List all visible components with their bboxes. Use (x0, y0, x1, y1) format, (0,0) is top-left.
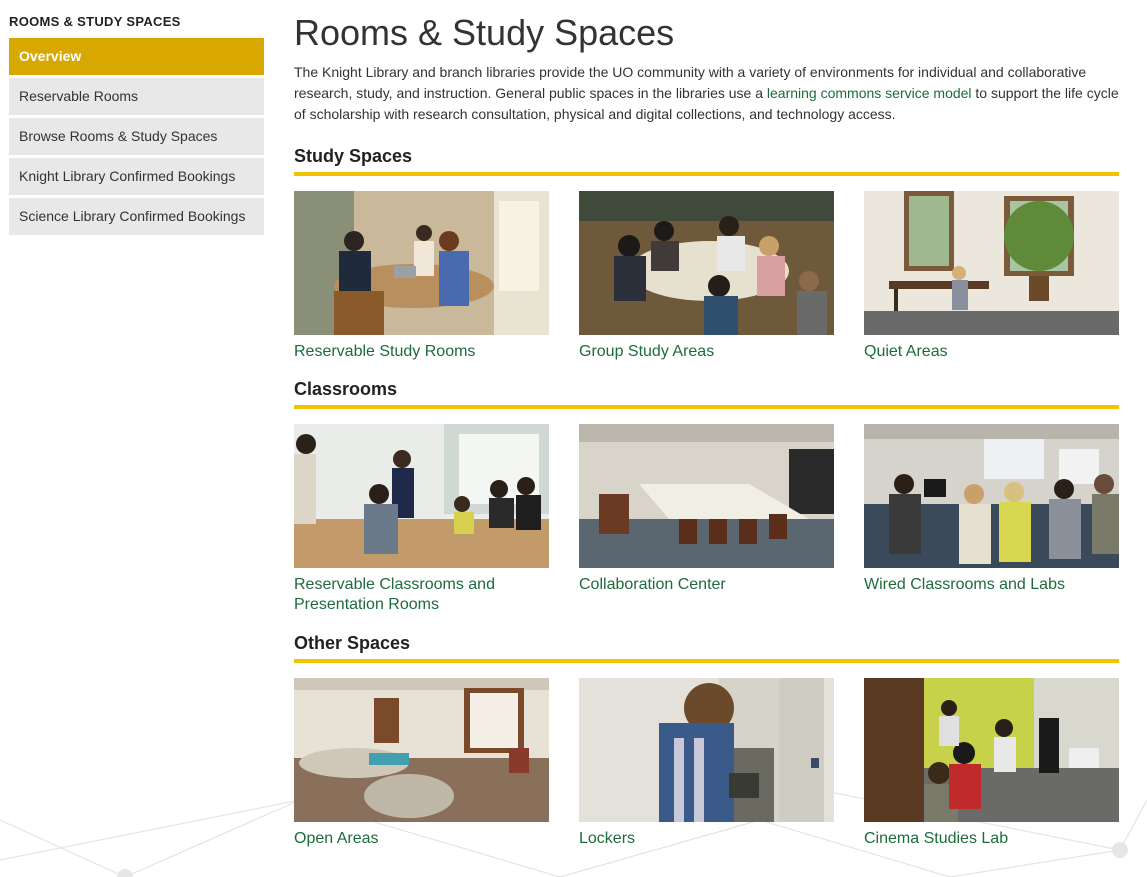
card-reservable-study-rooms: Reservable Study Rooms (294, 191, 549, 362)
card-label[interactable]: Quiet Areas (864, 342, 1119, 362)
open-areas-photo[interactable] (294, 678, 549, 822)
study-room-photo[interactable] (294, 191, 549, 335)
section-title: Other Spaces (294, 632, 1119, 663)
card-label[interactable]: Collaboration Center (579, 575, 834, 595)
cinema-lab-photo[interactable] (864, 678, 1119, 822)
card-label[interactable]: Reservable Classrooms and Presentation R… (294, 575, 549, 615)
section-classrooms: Classrooms Reservable Classrooms and Pre… (294, 378, 1119, 615)
card-collaboration-center: Collaboration Center (579, 424, 834, 615)
card-label[interactable]: Cinema Studies Lab (864, 829, 1119, 849)
card-cinema-studies-lab: Cinema Studies Lab (864, 678, 1119, 849)
card-lockers: Lockers (579, 678, 834, 849)
card-open-areas: Open Areas (294, 678, 549, 849)
card-label[interactable]: Reservable Study Rooms (294, 342, 549, 362)
main-content: Rooms & Study Spaces The Knight Library … (294, 0, 1119, 849)
card-label[interactable]: Wired Classrooms and Labs (864, 575, 1119, 595)
collaboration-center-photo[interactable] (579, 424, 834, 568)
section-study-spaces: Study Spaces Reservable Study Rooms Grou… (294, 145, 1119, 362)
card-group-study-areas: Group Study Areas (579, 191, 834, 362)
intro-paragraph: The Knight Library and branch libraries … (294, 62, 1119, 125)
card-label[interactable]: Open Areas (294, 829, 549, 849)
sidebar-item-knight-bookings[interactable]: Knight Library Confirmed Bookings (9, 158, 264, 195)
classroom-photo[interactable] (294, 424, 549, 568)
card-label[interactable]: Group Study Areas (579, 342, 834, 362)
wired-classroom-photo[interactable] (864, 424, 1119, 568)
section-title: Classrooms (294, 378, 1119, 409)
sidebar-heading: ROOMS & STUDY SPACES (9, 14, 181, 29)
sidebar-item-overview[interactable]: Overview (9, 38, 264, 75)
sidebar-item-reservable-rooms[interactable]: Reservable Rooms (9, 78, 264, 115)
section-title: Study Spaces (294, 145, 1119, 176)
card-quiet-areas: Quiet Areas (864, 191, 1119, 362)
learning-commons-link[interactable]: learning commons service model (767, 85, 972, 101)
section-other-spaces: Other Spaces Open Areas Lockers Cinema S… (294, 632, 1119, 849)
sidebar-item-browse-rooms[interactable]: Browse Rooms & Study Spaces (9, 118, 264, 155)
card-wired-classrooms: Wired Classrooms and Labs (864, 424, 1119, 615)
sidebar-item-science-bookings[interactable]: Science Library Confirmed Bookings (9, 198, 264, 235)
lockers-photo[interactable] (579, 678, 834, 822)
sidebar-nav: ROOMS & STUDY SPACES Overview Reservable… (9, 0, 264, 238)
quiet-area-photo[interactable] (864, 191, 1119, 335)
card-reservable-classrooms: Reservable Classrooms and Presentation R… (294, 424, 549, 615)
card-label[interactable]: Lockers (579, 829, 834, 849)
group-study-photo[interactable] (579, 191, 834, 335)
page-title: Rooms & Study Spaces (294, 12, 675, 53)
